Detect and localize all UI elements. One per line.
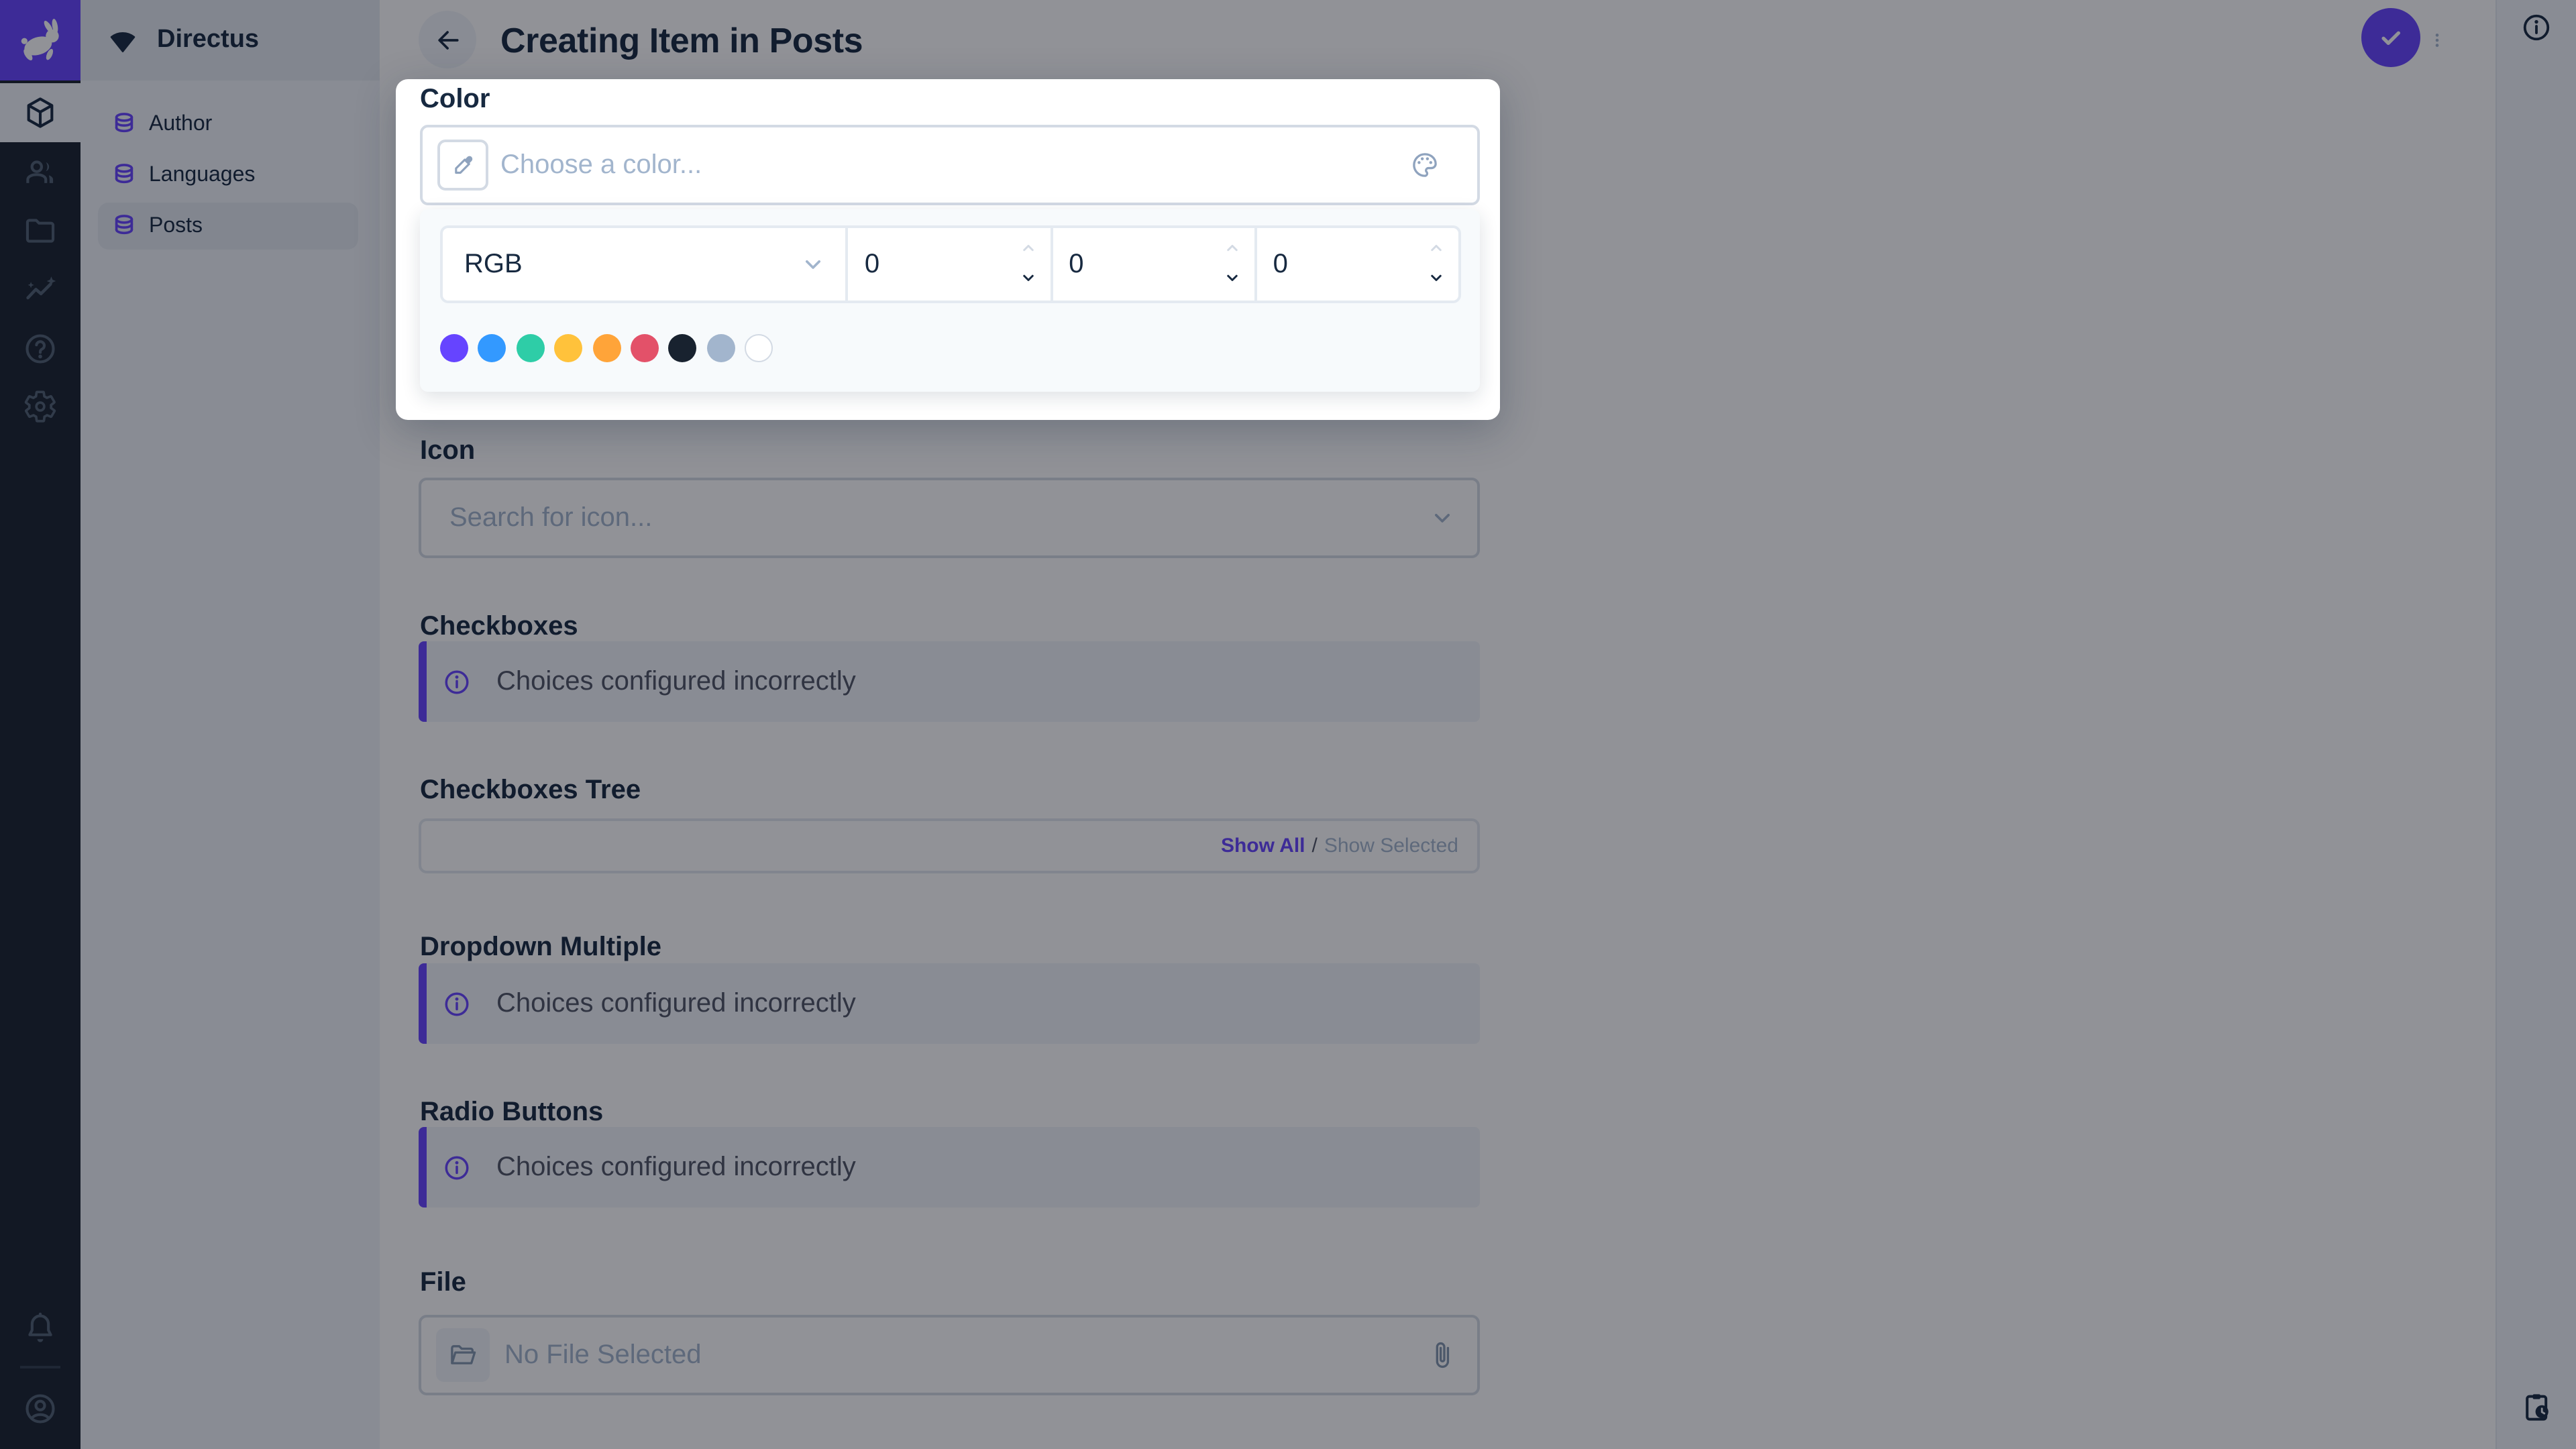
color-value-b: 0 (1273, 249, 1288, 278)
app-window: Directus Author Languages Posts Creating… (0, 0, 2576, 1449)
color-swatch[interactable] (554, 334, 583, 362)
stepper-down-icon[interactable] (1018, 268, 1038, 288)
color-mode-row: RGB 0 0 0 (440, 225, 1461, 303)
swatch-row (440, 334, 773, 362)
color-field-label: Color (420, 85, 490, 114)
stepper-down-icon[interactable] (1222, 268, 1242, 288)
color-swatch[interactable] (706, 334, 735, 362)
color-mode-value: RGB (464, 249, 523, 278)
color-value-r: 0 (864, 249, 880, 278)
palette-icon[interactable] (1410, 150, 1440, 180)
color-placeholder: Choose a color... (500, 150, 702, 179)
chevron-down-icon (800, 251, 827, 278)
color-picker-menu: RGB 0 0 0 (420, 209, 1480, 392)
stepper-up-icon[interactable] (1222, 237, 1242, 258)
color-value-b-input[interactable]: 0 (1254, 228, 1458, 301)
color-picker-popup: Color Choose a color... RGB 0 0 0 (396, 79, 1500, 420)
color-mode-select[interactable]: RGB (443, 228, 846, 301)
color-swatch[interactable] (668, 334, 697, 362)
stepper-up-icon[interactable] (1018, 237, 1038, 258)
color-swatch[interactable] (592, 334, 621, 362)
eyedropper-button[interactable] (437, 140, 488, 191)
color-swatch[interactable] (478, 334, 506, 362)
color-value-g-input[interactable]: 0 (1050, 228, 1254, 301)
eyedropper-icon (449, 151, 477, 179)
stepper-up-icon[interactable] (1426, 237, 1446, 258)
color-swatch[interactable] (745, 334, 773, 362)
color-swatch[interactable] (630, 334, 659, 362)
color-swatch[interactable] (440, 334, 468, 362)
stepper-down-icon[interactable] (1426, 268, 1446, 288)
color-value-g: 0 (1069, 249, 1084, 278)
color-input[interactable]: Choose a color... (420, 125, 1480, 205)
color-value-r-input[interactable]: 0 (845, 228, 1050, 301)
color-swatch[interactable] (516, 334, 545, 362)
